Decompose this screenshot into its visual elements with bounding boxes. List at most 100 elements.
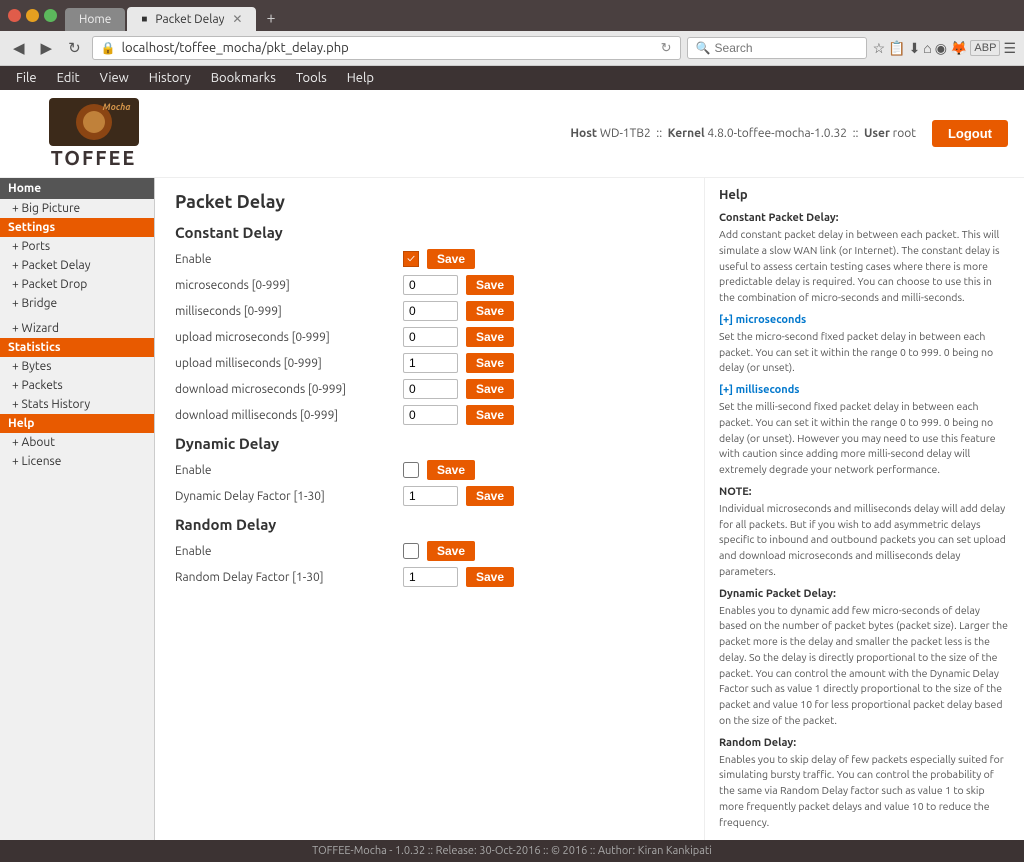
- menu-bar: File Edit View History Bookmarks Tools H…: [0, 66, 1024, 90]
- upload-microseconds-row: upload microseconds [0-999] Save: [175, 327, 684, 347]
- tab-favicon: ■: [141, 13, 147, 25]
- menu-edit[interactable]: Edit: [49, 68, 88, 88]
- sidebar-item-bridge[interactable]: + Bridge: [0, 294, 154, 313]
- dynamic-delay-section: Dynamic Delay Enable Save Dynamic Delay …: [175, 435, 684, 506]
- search-input[interactable]: [715, 41, 845, 55]
- menu-tools[interactable]: Tools: [288, 68, 335, 88]
- minimize-button[interactable]: [26, 9, 39, 22]
- tab-home-label: Home: [79, 13, 111, 26]
- download-microseconds-label: download microseconds [0-999]: [175, 383, 395, 396]
- checkbox-checked-constant[interactable]: ✓: [403, 251, 419, 267]
- menu-bookmarks[interactable]: Bookmarks: [203, 68, 284, 88]
- enable-row-random: Enable Save: [175, 541, 684, 561]
- microseconds-row: microseconds [0-999] Save: [175, 275, 684, 295]
- help-section-5-title: Random Delay:: [719, 737, 1010, 749]
- constant-delay-section: Constant Delay Enable ✓ Save microsecond…: [175, 224, 684, 425]
- download-milliseconds-input[interactable]: [403, 405, 458, 425]
- help-section-3: NOTE: Individual microseconds and millis…: [719, 486, 1010, 580]
- help-section-3-title: NOTE:: [719, 486, 1010, 498]
- abp-icon[interactable]: ABP: [970, 40, 1000, 56]
- menu-icon[interactable]: ☰: [1003, 40, 1016, 57]
- tab-packet-delay[interactable]: ■ Packet Delay ✕: [127, 7, 256, 31]
- save-upload-milliseconds[interactable]: Save: [466, 353, 514, 373]
- nav-back-button[interactable]: ◀: [8, 37, 30, 59]
- search-bar[interactable]: 🔍: [687, 37, 867, 59]
- upload-milliseconds-row: upload milliseconds [0-999] Save: [175, 353, 684, 373]
- logo-area: Mocha TOFFEE: [16, 98, 171, 169]
- upload-milliseconds-input[interactable]: [403, 353, 458, 373]
- help-section-5: Random Delay: Enables you to skip delay …: [719, 737, 1010, 831]
- download-icon[interactable]: ⬇: [909, 40, 921, 57]
- save-random-factor[interactable]: Save: [466, 567, 514, 587]
- save-download-microseconds[interactable]: Save: [466, 379, 514, 399]
- refresh-url-button[interactable]: ↻: [661, 40, 672, 56]
- save-download-milliseconds[interactable]: Save: [466, 405, 514, 425]
- milliseconds-input[interactable]: [403, 301, 458, 321]
- pocket-icon[interactable]: ◉: [935, 40, 947, 57]
- sidebar-item-wizard[interactable]: + Wizard: [0, 319, 154, 338]
- download-microseconds-input[interactable]: [403, 379, 458, 399]
- help-section-4: Dynamic Packet Delay: Enables you to dyn…: [719, 588, 1010, 729]
- save-enable-random[interactable]: Save: [427, 541, 475, 561]
- enable-row-constant: Enable ✓ Save: [175, 249, 684, 269]
- save-dynamic-factor[interactable]: Save: [466, 486, 514, 506]
- sidebar-nav: Home + Big Picture Settings + Ports + Pa…: [0, 178, 154, 471]
- sidebar-item-packet-drop[interactable]: + Packet Drop: [0, 275, 154, 294]
- host-value: WD-1TB2: [600, 127, 651, 140]
- new-tab-button[interactable]: +: [258, 5, 283, 31]
- menu-help[interactable]: Help: [339, 68, 382, 88]
- help-section-0-text: Add constant packet delay in between eac…: [719, 227, 1010, 306]
- save-enable-constant[interactable]: Save: [427, 249, 475, 269]
- sidebar: Home + Big Picture Settings + Ports + Pa…: [0, 178, 155, 840]
- checkbox-dynamic[interactable]: [403, 462, 419, 478]
- maximize-button[interactable]: [44, 9, 57, 22]
- microseconds-input[interactable]: [403, 275, 458, 295]
- random-delay-section: Random Delay Enable Save Random Delay Fa…: [175, 516, 684, 587]
- reader-icon[interactable]: 📋: [888, 40, 905, 57]
- page-title: Packet Delay: [175, 192, 684, 212]
- save-microseconds[interactable]: Save: [466, 275, 514, 295]
- sidebar-item-about[interactable]: + About: [0, 433, 154, 452]
- sidebar-item-big-picture[interactable]: + Big Picture: [0, 199, 154, 218]
- upload-microseconds-input[interactable]: [403, 327, 458, 347]
- sidebar-item-packet-delay[interactable]: + Packet Delay: [0, 256, 154, 275]
- nav-refresh-button[interactable]: ↻: [63, 37, 86, 59]
- firefox-icon[interactable]: 🦊: [950, 40, 967, 57]
- constant-delay-title: Constant Delay: [175, 224, 684, 241]
- save-milliseconds[interactable]: Save: [466, 301, 514, 321]
- sidebar-item-packets[interactable]: + Packets: [0, 376, 154, 395]
- user-label: User: [864, 127, 890, 140]
- page-content: Mocha TOFFEE Host WD-1TB2 :: Kernel 4.8.…: [0, 90, 1024, 840]
- bookmark-icon[interactable]: ☆: [873, 40, 886, 57]
- random-factor-input[interactable]: [403, 567, 458, 587]
- sidebar-item-ports[interactable]: + Ports: [0, 237, 154, 256]
- sidebar-item-license[interactable]: + License: [0, 452, 154, 471]
- url-bar[interactable]: 🔒 localhost/toffee_mocha/pkt_delay.php ↻: [92, 36, 681, 60]
- logout-button[interactable]: Logout: [932, 120, 1008, 147]
- sidebar-item-bytes[interactable]: + Bytes: [0, 357, 154, 376]
- sidebar-item-home[interactable]: Home: [0, 178, 154, 199]
- save-upload-microseconds[interactable]: Save: [466, 327, 514, 347]
- sidebar-section-statistics: Statistics: [0, 338, 154, 357]
- help-section-1-title: [+] microseconds: [719, 314, 1010, 326]
- home-icon[interactable]: ⌂: [923, 40, 931, 56]
- save-enable-dynamic[interactable]: Save: [427, 460, 475, 480]
- sidebar-section-help: Help: [0, 414, 154, 433]
- menu-history[interactable]: History: [141, 68, 199, 88]
- nav-forward-button[interactable]: ▶: [36, 37, 58, 59]
- dynamic-factor-input[interactable]: [403, 486, 458, 506]
- help-section-0: Constant Packet Delay: Add constant pack…: [719, 212, 1010, 306]
- window-controls: [8, 9, 57, 27]
- nav-bar: ◀ ▶ ↻ 🔒 localhost/toffee_mocha/pkt_delay…: [0, 31, 1024, 66]
- host-info: Host WD-1TB2 :: Kernel 4.8.0-toffee-moch…: [171, 127, 932, 140]
- milliseconds-label: milliseconds [0-999]: [175, 305, 395, 318]
- close-button[interactable]: [8, 9, 21, 22]
- random-delay-title: Random Delay: [175, 516, 684, 533]
- sidebar-item-stats-history[interactable]: + Stats History: [0, 395, 154, 414]
- random-factor-row: Random Delay Factor [1-30] Save: [175, 567, 684, 587]
- tab-home[interactable]: Home: [65, 8, 125, 31]
- checkbox-random[interactable]: [403, 543, 419, 559]
- menu-view[interactable]: View: [92, 68, 137, 88]
- menu-file[interactable]: File: [8, 68, 45, 88]
- tab-close-icon[interactable]: ✕: [232, 12, 242, 26]
